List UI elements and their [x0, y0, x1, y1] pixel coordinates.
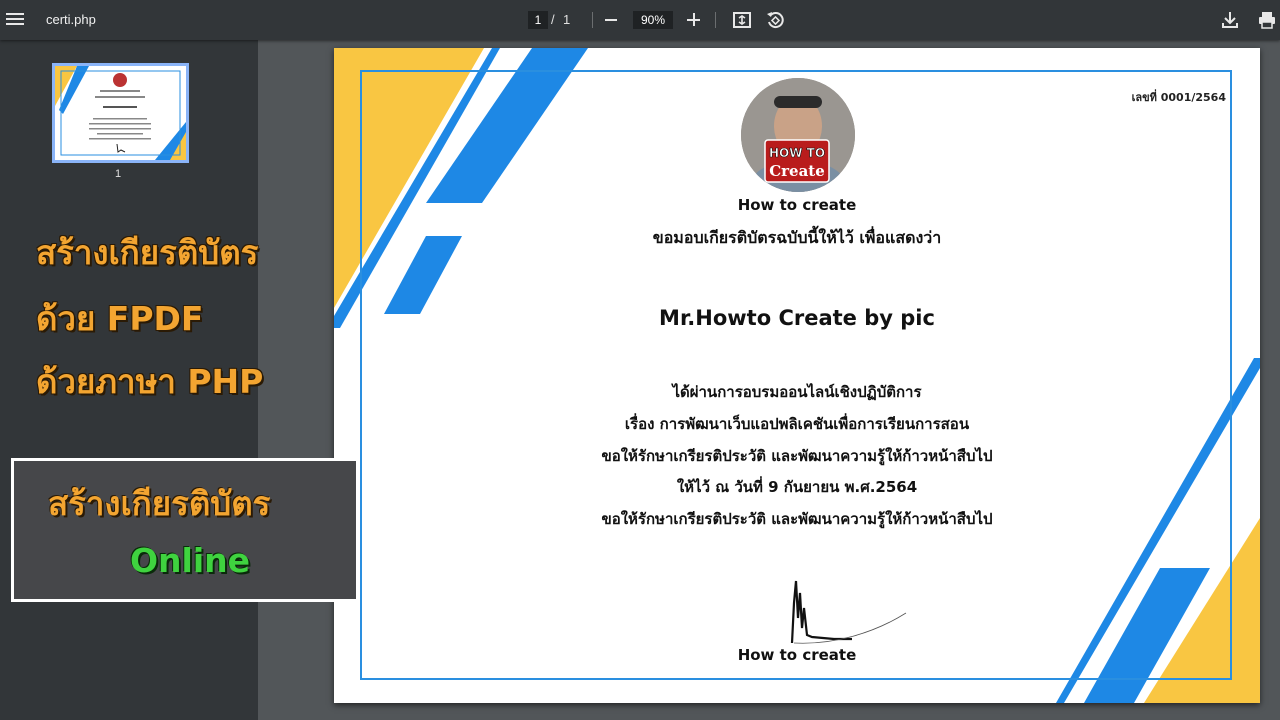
- training-line: ได้ผ่านการอบรมออนไลน์เชิงปฏิบัติการ: [672, 383, 922, 401]
- online-banner-title: สร้างเกียรติบัตร: [48, 484, 271, 523]
- overlay-title-line1: สร้างเกียรติบัตร: [36, 233, 259, 272]
- print-icon[interactable]: [1258, 11, 1276, 29]
- fit-to-page-icon[interactable]: [733, 12, 751, 28]
- pdf-toolbar: certi.php 1 / 1 90%: [0, 0, 1280, 40]
- award-statement: ขอมอบเกียรติบัตรฉบับนี้ให้ไว้ เพื่อแสดงว…: [652, 228, 942, 247]
- subject-line: เรื่อง การพัฒนาเว็บแอปพลิเคชันเพื่อการเร…: [624, 415, 970, 433]
- download-icon[interactable]: [1221, 11, 1239, 29]
- signatory-name: How to create: [737, 646, 857, 664]
- document-title: certi.php: [46, 12, 96, 27]
- total-pages: 1: [563, 12, 571, 27]
- zoom-out-button[interactable]: [605, 19, 617, 21]
- rotate-icon[interactable]: [766, 11, 784, 29]
- logo-text-top: HOW TO: [769, 146, 825, 160]
- signature-image: [790, 580, 907, 644]
- zoom-level-input[interactable]: 90%: [633, 11, 673, 29]
- certificate-page: เลขที่ 0001/2564 HOW TO Create How to cr…: [334, 48, 1260, 703]
- page-separator: /: [551, 12, 555, 27]
- overlay-title-line3: ด้วยภาษา PHP: [36, 362, 264, 401]
- brand-logo: HOW TO Create: [741, 78, 855, 192]
- page-number-input[interactable]: 1: [528, 11, 548, 29]
- zoom-in-button[interactable]: [687, 13, 701, 27]
- overlay-title-line2: ด้วย FPDF: [36, 299, 204, 338]
- logo-text-bottom: Create: [769, 162, 825, 180]
- organization-name: How to create: [737, 196, 857, 214]
- online-banner: สร้างเกียรติบัตร Online: [11, 458, 359, 602]
- recipient-name: Mr.Howto Create by pic: [659, 306, 935, 330]
- thumbnail-page-number: 1: [115, 168, 122, 180]
- certificate-number: เลขที่ 0001/2564: [1131, 91, 1226, 104]
- toolbar-divider: [592, 12, 593, 28]
- thumbnail-preview: [55, 66, 186, 160]
- wish-line-2: ขอให้รักษาเกรียรติประวัติ และพัฒนาความรู…: [601, 510, 993, 528]
- date-line: ให้ไว้ ณ วันที่ 9 กันยายน พ.ศ.2564: [676, 478, 918, 496]
- page-thumbnail[interactable]: [52, 63, 189, 163]
- toolbar-divider: [715, 12, 716, 28]
- menu-icon[interactable]: [6, 10, 24, 30]
- logo-image: HOW TO Create: [741, 78, 855, 192]
- wish-line-1: ขอให้รักษาเกรียรติประวัติ และพัฒนาความรู…: [601, 447, 993, 465]
- online-banner-subtitle: Online: [130, 541, 251, 580]
